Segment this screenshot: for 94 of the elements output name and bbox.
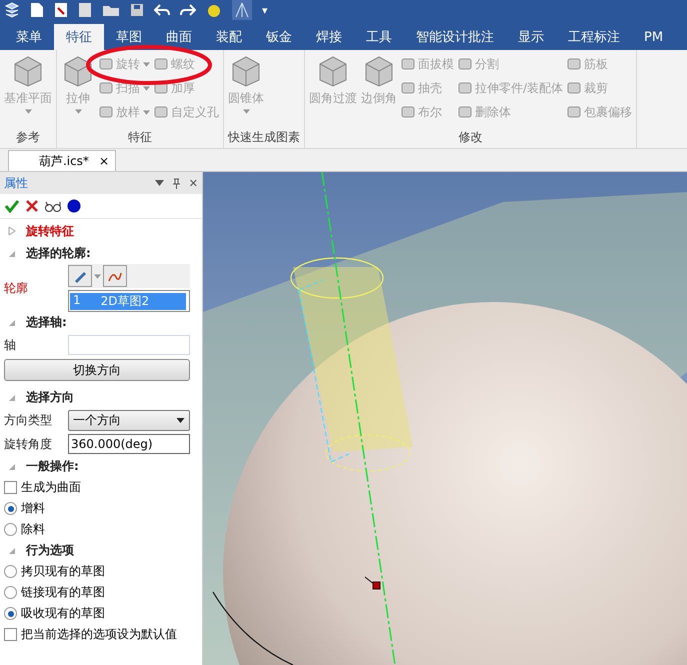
field-label: 轴: [4, 336, 17, 354]
caret-icon: [143, 62, 150, 66]
section-title: 一般操作:: [26, 458, 79, 475]
tool-icon: [458, 105, 472, 119]
option-label: 把当前选择的选项设为默认值: [21, 626, 177, 643]
tool-icon: [458, 81, 472, 95]
expander-icon[interactable]: [8, 462, 16, 470]
app-logo-icon[interactable]: [4, 2, 20, 18]
option-label: 增料: [21, 500, 45, 517]
tool-icon: [154, 105, 168, 119]
radio-button[interactable]: [4, 502, 17, 515]
tool-icon: [458, 57, 472, 71]
expander-icon[interactable]: [8, 227, 16, 235]
option-label: 除料: [21, 521, 45, 538]
option-label: 吸收现有的草图: [21, 605, 105, 622]
pin-icon[interactable]: [172, 178, 181, 188]
close-icon[interactable]: ✕: [188, 176, 198, 190]
tool-icon: [401, 57, 415, 71]
list-item[interactable]: 1 2D草图2: [70, 292, 186, 310]
file-icon[interactable]: [54, 2, 68, 18]
ribbon-tab[interactable]: 工程标注: [556, 24, 632, 50]
tool-icon: [401, 105, 415, 119]
section-title: 选择的轮廓:: [26, 245, 91, 262]
option-label: 拷贝现有的草图: [21, 563, 105, 580]
field-label: 轮廓: [4, 280, 29, 296]
dropdown[interactable]: 一个方向: [68, 410, 190, 430]
ribbon-tab[interactable]: 装配: [204, 24, 254, 50]
caret-icon: [176, 418, 185, 422]
section-title: 选择轴:: [26, 314, 67, 331]
input-field[interactable]: [68, 335, 190, 355]
checkbox[interactable]: [4, 628, 17, 641]
caret-icon: [74, 109, 82, 114]
group-title: 修改: [458, 129, 484, 146]
ribbon-tab[interactable]: 显示: [506, 24, 556, 50]
ribbon-tab[interactable]: 菜单: [4, 24, 54, 50]
panel-title: 属性: [4, 174, 29, 192]
curve-icon[interactable]: [103, 265, 127, 287]
radio-button[interactable]: [4, 523, 17, 536]
circle-icon[interactable]: [66, 198, 82, 214]
tool-icon: [154, 57, 168, 71]
ribbon-tab[interactable]: PM: [632, 24, 676, 50]
option-label: 链接现有的草图: [21, 584, 105, 601]
group-title: 参考: [15, 129, 41, 146]
radio-button[interactable]: [4, 607, 17, 620]
tree-icon[interactable]: [232, 0, 252, 20]
ribbon-tab[interactable]: 草图: [104, 24, 154, 50]
tool-icon: [99, 81, 113, 95]
section-title: 行为选项: [26, 542, 74, 559]
switch-direction-button[interactable]: 切换方向: [4, 359, 190, 381]
check-icon[interactable]: [4, 198, 20, 214]
ribbon-tab[interactable]: 曲面: [154, 24, 204, 50]
folder-icon[interactable]: [102, 3, 120, 17]
field-label: 方向类型: [4, 412, 53, 428]
expander-icon[interactable]: [8, 546, 16, 554]
ribbon-tab[interactable]: 特征: [54, 24, 104, 50]
input-field[interactable]: 360.000(deg): [68, 434, 190, 454]
tool-icon: [567, 105, 582, 119]
save-icon[interactable]: [130, 3, 144, 17]
dropdown-icon[interactable]: [154, 180, 164, 186]
redo-icon[interactable]: [180, 3, 196, 17]
checkbox[interactable]: [4, 481, 17, 494]
tool-icon: [401, 81, 415, 95]
field-label: 旋转角度: [4, 436, 53, 452]
bulb-icon[interactable]: [206, 2, 222, 18]
customize-menu[interactable]: ▾: [262, 4, 268, 16]
caret-icon: [143, 86, 150, 90]
sketch-pencil-icon[interactable]: [68, 265, 92, 287]
undo-icon[interactable]: [154, 3, 170, 17]
close-icon[interactable]: [24, 198, 40, 214]
caret-icon[interactable]: [94, 274, 101, 278]
caret-icon: [24, 109, 32, 114]
ribbon-tab[interactable]: 智能设计批注: [404, 24, 506, 50]
expander-icon[interactable]: [8, 250, 16, 258]
caret-icon: [143, 110, 150, 114]
radio-button[interactable]: [4, 565, 17, 578]
ribbon-tab[interactable]: 工具: [354, 24, 404, 50]
ribbon-tab[interactable]: 焊接: [304, 24, 354, 50]
tool-icon: [99, 105, 113, 119]
option-label: 生成为曲面: [21, 479, 81, 496]
section-title: 旋转特征: [26, 222, 74, 240]
tool-icon: [99, 57, 113, 71]
ribbon-tab[interactable]: 钣金: [254, 24, 304, 50]
group-title: 快速生成图素: [228, 129, 300, 146]
tool-icon: [567, 57, 582, 71]
group-title: 特征: [127, 129, 153, 146]
new-file-icon[interactable]: [30, 2, 44, 18]
tool-icon: [567, 81, 582, 95]
expander-icon[interactable]: [8, 318, 16, 326]
expander-icon[interactable]: [8, 394, 16, 402]
caret-icon: [242, 109, 250, 114]
radio-button[interactable]: [4, 586, 17, 599]
document-icon[interactable]: [78, 2, 92, 18]
document-tab[interactable]: 葫芦.ics* ×: [8, 150, 116, 171]
section-title: 选择方向: [26, 389, 74, 406]
